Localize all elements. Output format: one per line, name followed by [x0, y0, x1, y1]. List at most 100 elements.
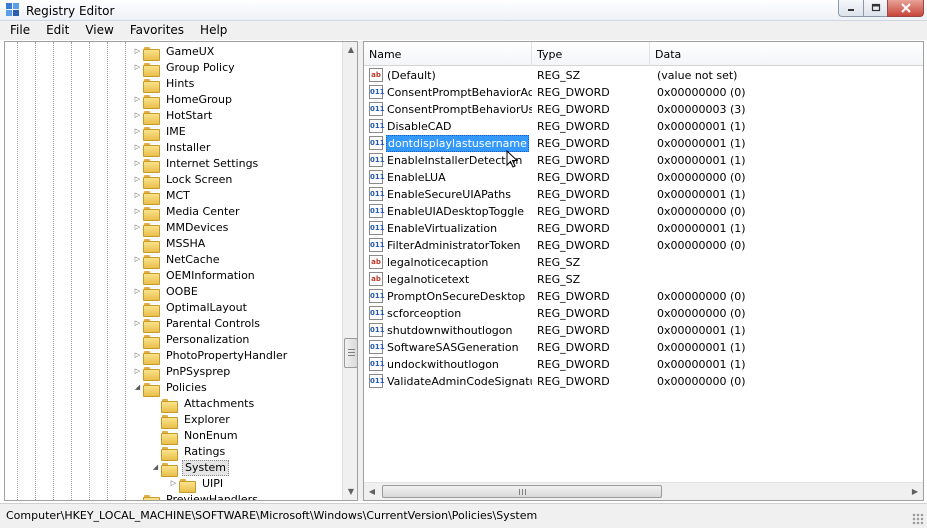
value-row[interactable]: 011 DisableCAD REG_DWORD 0x00000001 (1): [364, 118, 923, 135]
column-header-data[interactable]: Data: [650, 42, 923, 66]
tree-expand-arrow-icon[interactable]: ▷: [133, 111, 142, 120]
value-row[interactable]: 011 EnableVirtualization REG_DWORD 0x000000…: [364, 220, 923, 237]
tree-item-label: MCT: [166, 189, 190, 202]
menu-help[interactable]: Help: [192, 21, 235, 40]
menu-view[interactable]: View: [77, 21, 121, 40]
tree-item[interactable]: Explorer: [161, 412, 232, 429]
close-button[interactable]: [887, 0, 924, 17]
tree-vertical-scrollbar[interactable]: ▲ ▼: [342, 42, 357, 500]
value-row[interactable]: 011 EnableUIADesktopToggle REG_DWORD 0x0000…: [364, 203, 923, 220]
value-row[interactable]: 011 undockwithoutlogon REG_DWORD 0x00000001…: [364, 356, 923, 373]
tree-item[interactable]: NetCache: [143, 252, 222, 269]
tree-collapse-arrow-icon[interactable]: ◢: [133, 383, 142, 392]
value-row[interactable]: 011 SoftwareSASGeneration REG_DWORD 0x00000…: [364, 339, 923, 356]
tree-item[interactable]: Lock Screen: [143, 172, 234, 189]
tree-expand-arrow-icon[interactable]: ▷: [133, 95, 142, 104]
value-row[interactable]: 011 scforceoption REG_DWORD 0x00000000 (0): [364, 305, 923, 322]
key-tree-pane[interactable]: ▷ GameUX ▷ Group Policy Hints ▷ HomeGroup ▷ HotS…: [4, 41, 358, 501]
tree-expand-arrow-icon[interactable]: ▷: [133, 351, 142, 360]
tree-expand-arrow-icon[interactable]: ▷: [133, 175, 142, 184]
menu-edit[interactable]: Edit: [38, 21, 77, 40]
tree-scroll-thumb[interactable]: [344, 338, 357, 368]
tree-item[interactable]: OOBE: [143, 284, 200, 301]
tree-expand-arrow-icon[interactable]: ▷: [133, 223, 142, 232]
tree-expand-arrow-icon[interactable]: ▷: [133, 191, 142, 200]
dword-value-icon: 011: [369, 323, 385, 337]
value-row[interactable]: 011 shutdownwithoutlogon REG_DWORD 0x000000…: [364, 322, 923, 339]
value-row[interactable]: ab legalnoticecaption REG_SZ: [364, 254, 923, 271]
values-list[interactable]: ab (Default) REG_SZ (value not set) 011 Conse…: [364, 67, 923, 481]
tree-expand-arrow-icon[interactable]: ▷: [133, 127, 142, 136]
tree-item[interactable]: PreviewHandlers: [143, 492, 260, 500]
maximize-button[interactable]: [863, 0, 888, 17]
tree-expand-arrow-icon[interactable]: ▷: [133, 287, 142, 296]
scroll-down-arrow-icon[interactable]: ▼: [343, 484, 357, 500]
tree-item[interactable]: UIPI: [179, 476, 225, 493]
tree-item[interactable]: PhotoPropertyHandler: [143, 348, 289, 365]
value-row[interactable]: 011 FilterAdministratorToken REG_DWORD 0x00…: [364, 237, 923, 254]
tree-item[interactable]: HomeGroup: [143, 92, 234, 109]
value-row[interactable]: 011ValidateAdminCodeSignatures REG_DWORD 0…: [364, 373, 923, 390]
value-row[interactable]: 011 ConsentPromptBehaviorUser REG_DWORD 0x0…: [364, 101, 923, 118]
folder-icon: [143, 318, 160, 333]
tree-item[interactable]: NonEnum: [161, 428, 240, 445]
value-row[interactable]: ab (Default) REG_SZ (value not set): [364, 67, 923, 84]
value-row[interactable]: 011 EnableSecureUIAPaths REG_DWORD 0x000000…: [364, 186, 923, 203]
tree-item[interactable]: MCT: [143, 188, 192, 205]
value-row[interactable]: 011 EnableLUA REG_DWORD 0x00000000 (0): [364, 169, 923, 186]
tree-item[interactable]: Attachments: [161, 396, 256, 413]
scroll-left-arrow-icon[interactable]: ◀: [364, 484, 380, 500]
column-header-name[interactable]: Name: [364, 42, 532, 66]
tree-item[interactable]: Installer: [143, 140, 212, 157]
tree-item-label: Installer: [166, 141, 211, 154]
tree-item[interactable]: OEMInformation: [143, 268, 257, 285]
tree-expand-arrow-icon[interactable]: ▷: [133, 159, 142, 168]
value-row[interactable]: ab legalnoticetext REG_SZ: [364, 271, 923, 288]
tree-item[interactable]: Internet Settings: [143, 156, 260, 173]
menu-favorites[interactable]: Favorites: [122, 21, 192, 40]
tree-expand-arrow-icon[interactable]: ▷: [133, 319, 142, 328]
tree-item[interactable]: HotStart: [143, 108, 214, 125]
menu-file[interactable]: File: [2, 21, 38, 40]
column-header-type[interactable]: Type: [532, 42, 650, 66]
tree-item[interactable]: Policies: [143, 380, 209, 397]
value-type: REG_DWORD: [537, 154, 610, 167]
value-row[interactable]: 011ConsentPromptBehaviorAdmin REG_DWORD 0x…: [364, 84, 923, 101]
tree-expand-arrow-icon[interactable]: ▷: [133, 207, 142, 216]
list-scroll-thumb[interactable]: [382, 485, 662, 498]
tree-item[interactable]: GameUX: [143, 44, 216, 61]
value-row[interactable]: 011 EnableInstallerDetection REG_DWORD 0x00…: [364, 152, 923, 169]
tree-expand-arrow-icon[interactable]: ▷: [169, 479, 178, 488]
tree-expand-arrow-icon[interactable]: ▷: [133, 367, 142, 376]
tree-item[interactable]: Hints: [143, 76, 196, 93]
values-pane[interactable]: Name Type Data ab (Default) REG_SZ (value n…: [363, 41, 924, 501]
tree-item[interactable]: Group Policy: [143, 60, 237, 77]
value-row[interactable]: 011 PromptOnSecureDesktop REG_DWORD 0x00000…: [364, 288, 923, 305]
value-data: 0x00000001 (1): [657, 324, 746, 337]
tree-expand-arrow-icon[interactable]: ▷: [133, 143, 142, 152]
tree-expand-arrow-icon[interactable]: ▷: [133, 255, 142, 264]
minimize-button[interactable]: [838, 0, 864, 17]
tree-item[interactable]: Personalization: [143, 332, 251, 349]
tree-item[interactable]: IME: [143, 124, 188, 141]
tree-item[interactable]: MMDevices: [143, 220, 230, 237]
list-horizontal-scrollbar[interactable]: ◀ ▶: [364, 482, 923, 500]
dword-value-icon: 011: [369, 238, 385, 252]
tree-item[interactable]: Ratings: [161, 444, 227, 461]
key-tree[interactable]: ▷ GameUX ▷ Group Policy Hints ▷ HomeGroup ▷ HotS…: [5, 42, 342, 500]
title-bar[interactable]: Registry Editor: [0, 0, 927, 21]
tree-item[interactable]: Parental Controls: [143, 316, 262, 333]
tree-item[interactable]: PnPSysprep: [143, 364, 232, 381]
tree-item[interactable]: System: [161, 460, 230, 477]
tree-collapse-arrow-icon[interactable]: ◢: [151, 463, 160, 472]
scroll-right-arrow-icon[interactable]: ▶: [907, 484, 923, 500]
tree-expand-arrow-icon[interactable]: ▷: [133, 63, 142, 72]
scroll-up-arrow-icon[interactable]: ▲: [343, 42, 357, 58]
tree-expand-arrow-icon[interactable]: ▷: [133, 47, 142, 56]
tree-item[interactable]: OptimalLayout: [143, 300, 249, 317]
tree-item[interactable]: Media Center: [143, 204, 242, 221]
tree-item[interactable]: MSSHA: [143, 236, 207, 253]
value-data: 0x00000000 (0): [657, 307, 746, 320]
value-row[interactable]: 011 dontdisplaylastusername REG_DWORD 0x000…: [364, 135, 923, 152]
resize-grip-icon[interactable]: [912, 513, 924, 525]
